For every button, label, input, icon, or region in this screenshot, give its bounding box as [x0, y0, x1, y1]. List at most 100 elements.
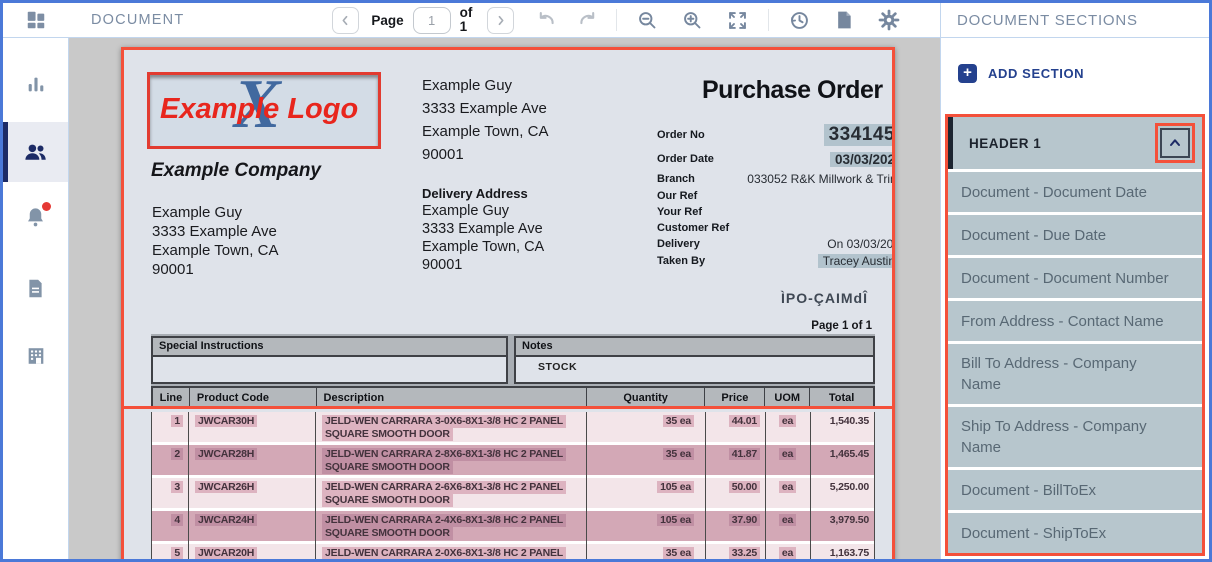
page-of-label: of 1	[460, 6, 477, 34]
bell-icon	[24, 206, 47, 234]
section-header-row[interactable]: HEADER 1	[948, 117, 1202, 169]
collapse-annotation	[1155, 123, 1195, 163]
top-toolbar: DOCUMENT Page of 1	[3, 3, 1209, 38]
toolbar-divider	[616, 9, 617, 31]
page-label: Page	[371, 13, 403, 28]
customer-ref-label: Customer Ref	[657, 222, 729, 234]
toolbar-divider	[768, 9, 769, 31]
page-number-input[interactable]	[413, 7, 451, 34]
sidebar-item-documents[interactable]	[3, 258, 68, 318]
field-item-from-contact-name[interactable]: From Address - Contact Name	[948, 301, 1202, 341]
field-item-shiptoex[interactable]: Document - ShipToEx	[948, 513, 1202, 553]
table-row[interactable]: 4 JWCAR24H JELD-WEN CARRARA 2-4X6-8X1-3/…	[151, 511, 875, 541]
zoom-out-icon[interactable]	[637, 10, 658, 31]
sidebar-item-analytics[interactable]	[3, 54, 68, 114]
right-panel-header: DOCUMENT SECTIONS	[940, 3, 1209, 37]
sidebar-item-notifications[interactable]	[3, 190, 68, 250]
sections-list-annotation: HEADER 1 Document - Document Date Docume…	[945, 114, 1205, 556]
fullscreen-icon[interactable]	[727, 10, 748, 31]
chevron-up-icon	[1167, 135, 1183, 151]
section-title: HEADER 1	[969, 136, 1041, 151]
taken-by-value[interactable]: Tracey Austin	[818, 254, 892, 268]
sidebar-item-company[interactable]	[3, 326, 68, 386]
sidebar-item-contacts[interactable]	[3, 122, 68, 182]
notes-label: Notes	[516, 338, 873, 357]
field-item-document-date[interactable]: Document - Document Date	[948, 172, 1202, 212]
logo-text: Example Logo	[160, 93, 358, 126]
zoom-in-icon[interactable]	[682, 10, 703, 31]
people-icon	[23, 140, 48, 165]
order-date-label: Order Date	[657, 153, 714, 165]
order-meta-block: Order No334145 Order Date03/03/202 Branc…	[657, 122, 892, 270]
order-no-label: Order No	[657, 129, 705, 141]
field-item-document-number[interactable]: Document - Document Number	[948, 258, 1202, 298]
delivery-address-label: Delivery Address	[422, 186, 528, 201]
left-sidebar	[3, 38, 69, 559]
building-icon	[25, 345, 47, 367]
prev-page-button[interactable]	[332, 7, 359, 34]
document-sections-panel: + ADD SECTION HEADER 1 Document - Docume…	[940, 38, 1209, 559]
plus-icon: +	[958, 64, 977, 83]
col-qty: Quantity	[587, 388, 706, 407]
line-items-header: Line Product Code Description Quantity P…	[151, 386, 875, 409]
special-instructions-label: Special Instructions	[153, 338, 506, 357]
special-instructions-value	[153, 357, 506, 382]
branch-value: 033052 R&K Millwork & Trim	[747, 172, 892, 186]
delivery-label: Delivery	[657, 238, 700, 250]
special-instructions-box: Special Instructions	[151, 336, 508, 384]
table-row[interactable]: 1 JWCAR30H JELD-WEN CARRARA 3-0X6-8X1-3/…	[151, 412, 875, 442]
your-ref-label: Your Ref	[657, 206, 702, 218]
table-row[interactable]: 2 JWCAR28H JELD-WEN CARRARA 2-8X6-8X1-3/…	[151, 445, 875, 475]
line-items-body: 1 JWCAR30H JELD-WEN CARRARA 3-0X6-8X1-3/…	[151, 412, 875, 559]
delivery-value: On 03/03/202	[827, 237, 892, 251]
contact-address-block: Example Guy 3333 Example Ave Example Tow…	[422, 74, 548, 166]
delivery-address-block: Example Guy 3333 Example Ave Example Tow…	[422, 202, 544, 274]
instructions-band: Special Instructions Notes STOCK	[151, 334, 875, 386]
field-item-billto-company-name[interactable]: Bill To Address - CompanyName	[948, 344, 1202, 404]
undo-button[interactable]	[536, 10, 557, 31]
field-item-shipto-company-name[interactable]: Ship To Address - CompanyName	[948, 407, 1202, 467]
col-uom: UOM	[765, 388, 810, 407]
document-canvas: X Example Logo Example Company Example G…	[69, 38, 940, 559]
gear-icon[interactable]	[878, 9, 900, 31]
content-area: X Example Logo Example Company Example G…	[3, 38, 1209, 559]
field-item-billtoex[interactable]: Document - BillToEx	[948, 470, 1202, 510]
purchase-order-title: Purchase Order	[702, 76, 883, 105]
col-total: Total	[810, 388, 873, 407]
history-icon[interactable]	[789, 10, 810, 31]
company-name: Example Company	[151, 160, 321, 182]
field-item-due-date[interactable]: Document - Due Date	[948, 215, 1202, 255]
document-page: X Example Logo Example Company Example G…	[124, 50, 892, 559]
taken-by-label: Taken By	[657, 255, 705, 267]
order-date-value[interactable]: 03/03/202	[830, 152, 892, 167]
notification-badge	[42, 202, 51, 211]
bar-chart-icon	[25, 73, 47, 95]
logo-region-annotation[interactable]: X Example Logo	[147, 72, 381, 149]
document-page-annotation[interactable]: X Example Logo Example Company Example G…	[121, 47, 895, 559]
col-line: Line	[153, 388, 190, 407]
page-title: DOCUMENT	[91, 12, 184, 28]
document-sections-title: DOCUMENT SECTIONS	[957, 12, 1138, 29]
barcode-text: ÌPO-ÇAIMdÎ	[781, 290, 868, 306]
collapse-section-button[interactable]	[1160, 128, 1190, 158]
file-icon[interactable]	[834, 10, 854, 30]
app-window: DOCUMENT Page of 1	[0, 0, 1212, 562]
add-section-label: ADD SECTION	[988, 66, 1084, 81]
col-price: Price	[705, 388, 765, 407]
order-no-value[interactable]: 334145	[824, 124, 892, 146]
page-footer: Page 1 of 1	[811, 320, 872, 332]
toolbar-left: DOCUMENT Page of 1	[3, 3, 940, 37]
add-section-button[interactable]: + ADD SECTION	[958, 64, 1084, 83]
from-address-block: Example Guy 3333 Example Ave Example Tow…	[152, 203, 278, 279]
our-ref-label: Our Ref	[657, 190, 697, 202]
next-page-button[interactable]	[487, 7, 514, 34]
notes-value: STOCK	[516, 357, 873, 382]
notes-box: Notes STOCK	[514, 336, 875, 384]
page-navigation: Page of 1	[332, 6, 513, 34]
col-desc: Description	[317, 388, 587, 407]
apps-icon[interactable]	[3, 9, 69, 31]
redo-button[interactable]	[577, 10, 598, 31]
document-icon	[25, 278, 46, 299]
table-row[interactable]: 3 JWCAR26H JELD-WEN CARRARA 2-6X6-8X1-3/…	[151, 478, 875, 508]
table-row[interactable]: 5 JWCAR20H JELD-WEN CARRARA 2-0X6-8X1-3/…	[151, 544, 875, 559]
